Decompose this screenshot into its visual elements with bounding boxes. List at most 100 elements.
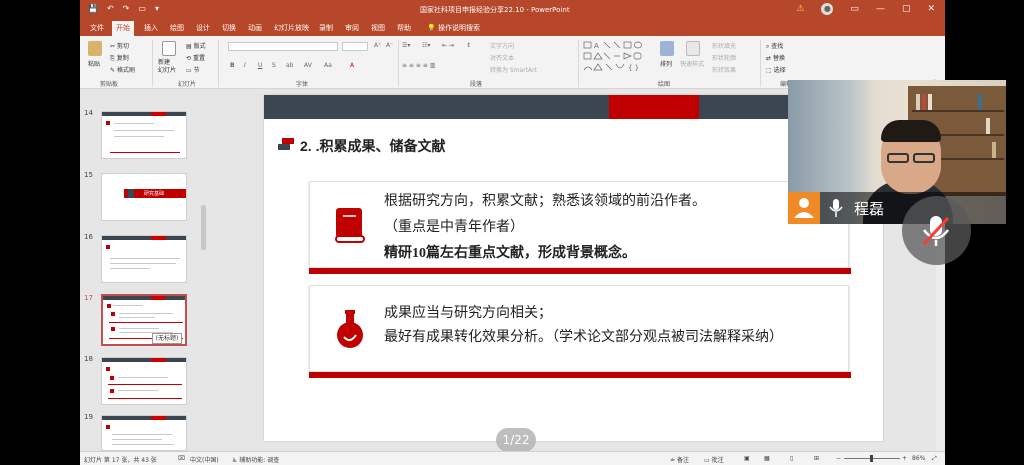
font-size-box[interactable] <box>342 42 368 51</box>
slide-thumbnail-16[interactable] <box>101 235 187 283</box>
video-participant-tile[interactable]: 程磊 <box>788 80 1006 224</box>
tab-draw[interactable]: 绘图 <box>166 21 188 36</box>
comments-label: 批注 <box>711 457 724 464</box>
shape-fill-button[interactable]: 形状填充 <box>712 41 736 50</box>
smartart-button[interactable]: 转换为 SmartArt <box>490 65 537 74</box>
shadow-icon[interactable]: S <box>272 62 276 69</box>
slide-heading: 2. .积累成果、储备文献 <box>300 138 446 154</box>
zoom-slider-handle[interactable] <box>870 455 873 462</box>
text-direction-button[interactable]: 文字方向 <box>490 41 514 50</box>
tab-view[interactable]: 视图 <box>367 21 389 36</box>
tab-file[interactable]: 文件 <box>86 21 108 36</box>
paste-icon[interactable] <box>88 41 102 56</box>
slide-thumbnail-19[interactable] <box>101 415 187 451</box>
font-color-icon[interactable]: A <box>350 62 354 69</box>
cut-button[interactable]: ✂ 剪切 <box>110 41 129 50</box>
format-painter-button[interactable]: ✎ 格式刷 <box>110 65 135 74</box>
replace-button[interactable]: ⇄ 替换 <box>766 53 785 62</box>
comment-icon: ▭ <box>704 457 712 464</box>
maximize-button[interactable]: ▢ <box>902 4 911 14</box>
underline-icon[interactable]: U <box>258 62 262 69</box>
warning-icon[interactable]: ⚠ <box>796 4 804 14</box>
slideshow-view-icon[interactable]: ⊞ <box>814 455 819 462</box>
tab-help[interactable]: 帮助 <box>393 21 415 36</box>
tell-me-search[interactable]: 💡 操作说明搜索 <box>423 21 484 36</box>
language-status[interactable]: 中文(中国) <box>190 455 219 464</box>
tab-animations[interactable]: 动画 <box>244 21 266 36</box>
font-name-box[interactable] <box>228 42 338 51</box>
redo-icon[interactable]: ↷ <box>123 4 130 13</box>
new-slide-icon[interactable] <box>162 41 176 56</box>
zoom-in-icon[interactable]: + <box>902 455 907 462</box>
scissors-icon: ✂ <box>110 43 117 50</box>
present-icon[interactable]: ▭ <box>138 4 146 13</box>
reset-button[interactable]: ⟲ 重置 <box>186 53 205 62</box>
account-avatar[interactable]: ● <box>821 3 834 15</box>
arrange-button[interactable]: 排列 <box>660 59 672 68</box>
fit-slide-icon[interactable]: ⤢ <box>932 455 937 463</box>
layout-button[interactable]: ▤ 版式 <box>186 41 206 50</box>
mute-toggle-button[interactable] <box>902 196 971 265</box>
person-icon <box>794 198 814 218</box>
strikethrough-icon[interactable]: ab <box>286 62 294 69</box>
save-icon[interactable]: 💾 <box>88 4 98 13</box>
spellcheck-icon[interactable]: ⌧ <box>178 455 185 462</box>
copy-button[interactable]: ⎘ 复制 <box>110 53 129 63</box>
slide-sorter-icon[interactable]: ▦ <box>764 455 770 462</box>
select-button[interactable]: ⬚ 选择 <box>766 65 786 74</box>
content-card-2[interactable]: 成果应当与研究方向相关； 最好有成果转化效果分析。（学术论文部分观点被司法解释采… <box>309 285 851 378</box>
bold-icon[interactable]: B <box>230 62 235 69</box>
tab-insert[interactable]: 插入 <box>140 21 162 36</box>
accessibility-status[interactable]: ♿ 辅助功能: 调查 <box>232 455 279 464</box>
reading-view-icon[interactable]: ▯ <box>790 455 793 462</box>
quick-styles-icon[interactable] <box>686 41 700 56</box>
find-button[interactable]: ⌕ 查找 <box>766 41 783 51</box>
format-painter-label: 格式刷 <box>116 67 135 74</box>
customize-icon[interactable]: ▾ <box>155 4 159 13</box>
new-slide-button[interactable]: 新建 幻灯片 <box>158 59 176 75</box>
italic-icon[interactable]: I <box>244 62 246 69</box>
align-icons[interactable]: ≡ ≡ ≡ ≡ ▥ <box>402 62 435 69</box>
slide-thumbnail-15[interactable]: 研究基础 <box>101 173 187 221</box>
bullets-icon[interactable]: ☰▾ <box>402 42 410 49</box>
ribbon-display-icon[interactable]: ▭ <box>850 4 859 14</box>
tab-transitions[interactable]: 切换 <box>218 21 240 36</box>
undo-icon[interactable]: ↶ <box>107 4 114 13</box>
shapes-gallery[interactable]: A { } <box>582 40 652 74</box>
slide-thumbnail-14[interactable] <box>101 111 187 159</box>
book-icon <box>335 208 365 243</box>
paste-button[interactable]: 粘贴 <box>88 59 100 68</box>
participant-icon-button[interactable] <box>788 192 820 224</box>
tab-slideshow[interactable]: 幻灯片放映 <box>270 21 313 36</box>
comments-button[interactable]: ▭ 批注 <box>704 455 724 464</box>
tab-record[interactable]: 录制 <box>315 21 337 36</box>
shape-outline-button[interactable]: 形状轮廓 <box>712 53 736 62</box>
decrease-font-icon[interactable]: A⁻ <box>386 42 393 49</box>
tab-review[interactable]: 审阅 <box>341 21 363 36</box>
shape-effect-button[interactable]: 形状效果 <box>712 65 736 74</box>
normal-view-icon[interactable]: ▣ <box>744 455 750 462</box>
microphone-icon[interactable] <box>828 198 844 218</box>
close-button[interactable]: ✕ <box>927 4 935 14</box>
align-text-button[interactable]: 对齐文本 <box>490 53 514 62</box>
line-spacing-icon[interactable]: ↕ <box>466 42 471 49</box>
numbering-icon[interactable]: ☷▾ <box>422 42 430 49</box>
section-button[interactable]: ▭ 节 <box>186 65 200 74</box>
spacing-icon[interactable]: AV <box>304 62 312 69</box>
case-icon[interactable]: Aa <box>324 62 332 69</box>
arrange-icon[interactable] <box>660 41 674 56</box>
replace-icon: ⇄ <box>766 55 773 62</box>
tab-home[interactable]: 开始 <box>112 21 134 36</box>
flask-icon <box>337 310 363 348</box>
indent-icon[interactable]: ⇤ ⇥ <box>442 42 454 49</box>
quick-styles-button[interactable]: 快速样式 <box>680 59 704 68</box>
notes-button[interactable]: ≐ 备注 <box>670 455 689 464</box>
book <box>986 118 990 134</box>
increase-font-icon[interactable]: A⁺ <box>374 42 381 49</box>
content-card-1[interactable]: 根据研究方向，积累文献；熟悉该领域的前沿作者。 （重点是中青年作者） 精研10篇… <box>309 181 851 274</box>
slide-thumbnail-18[interactable] <box>101 357 187 405</box>
zoom-out-icon[interactable]: − <box>836 455 841 462</box>
zoom-level[interactable]: 86% <box>912 455 925 462</box>
minimize-button[interactable]: — <box>876 4 885 14</box>
tab-design[interactable]: 设计 <box>192 21 214 36</box>
